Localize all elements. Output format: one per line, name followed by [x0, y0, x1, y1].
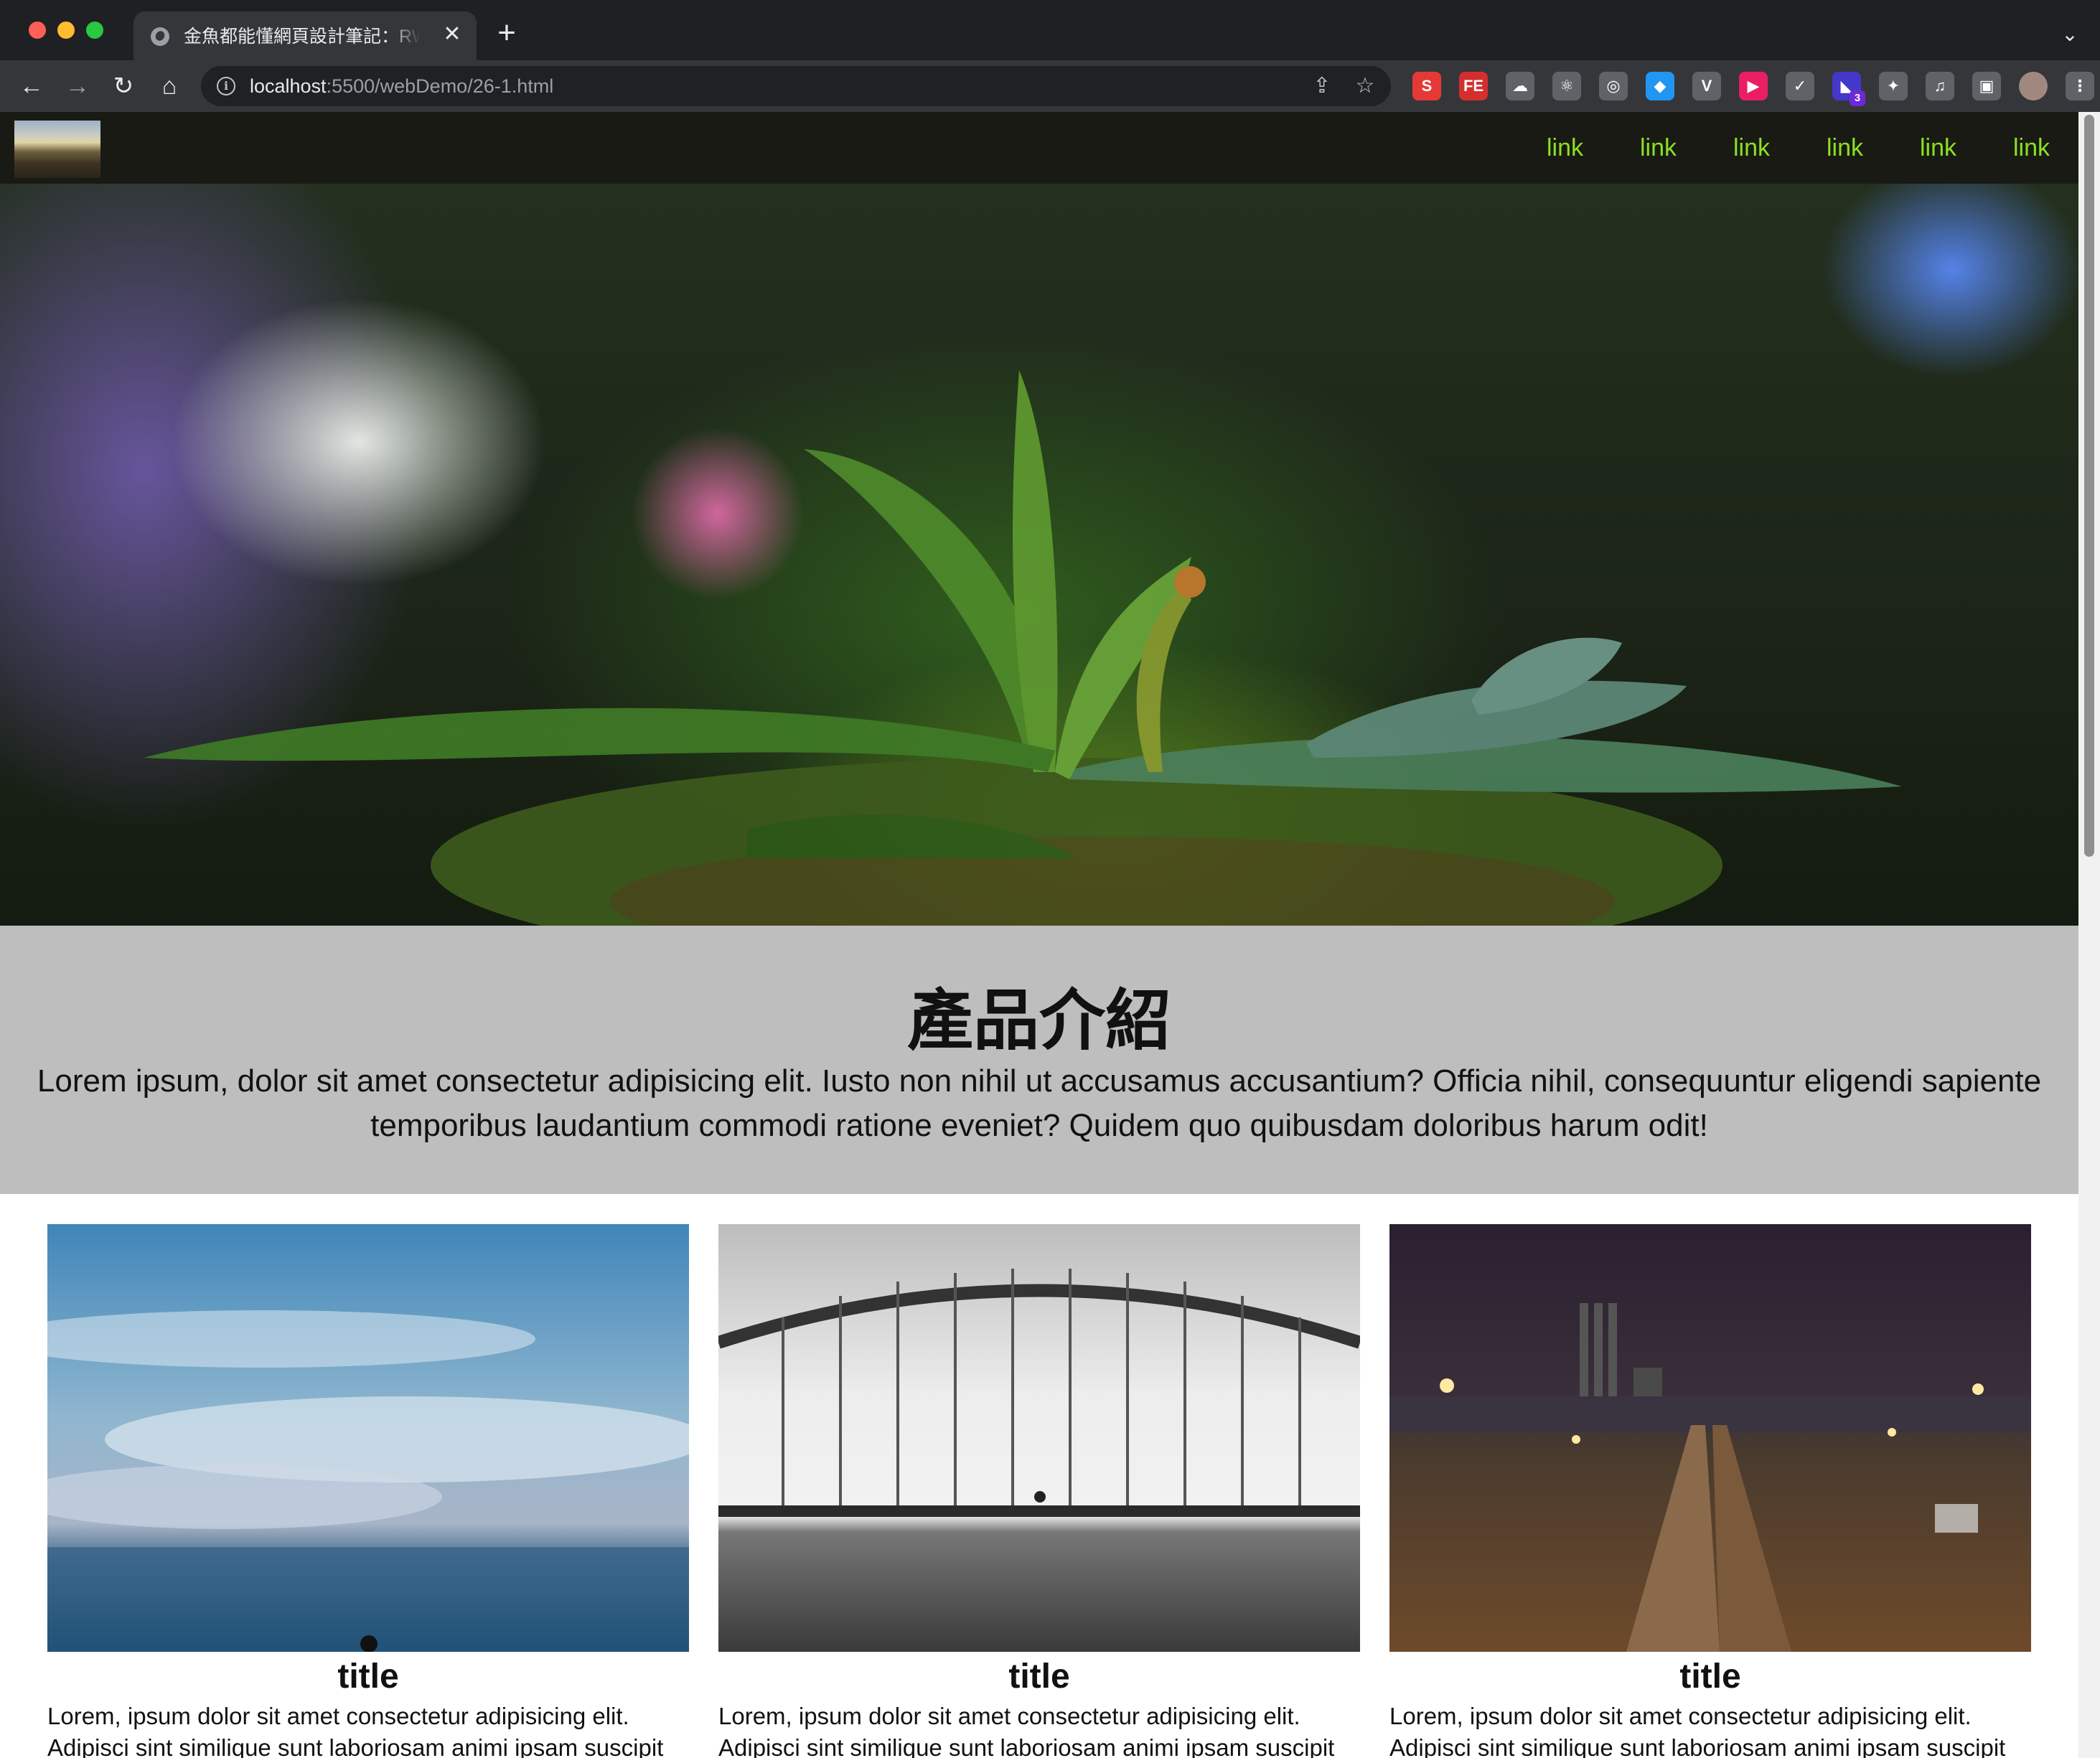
intro-paragraph: Lorem ipsum, dolor sit amet consectetur …: [37, 1063, 2042, 1143]
railway-night-image: [1389, 1224, 2031, 1652]
reload-icon[interactable]: ↻: [108, 70, 139, 102]
side-panel-icon[interactable]: ▣: [1972, 72, 2001, 100]
share-icon[interactable]: ⇪: [1308, 72, 1336, 100]
gem-extension-icon[interactable]: ◆: [1646, 72, 1674, 100]
card-title: title: [337, 1658, 399, 1696]
maximize-window-button[interactable]: [86, 22, 103, 39]
nav-link-4[interactable]: link: [1770, 112, 1863, 184]
play-extension-icon[interactable]: ▶: [1739, 72, 1768, 100]
home-icon[interactable]: ⌂: [154, 70, 185, 102]
nav-link-1[interactable]: link: [1490, 112, 1583, 184]
card-text: Lorem, ipsum dolor sit amet consectetur …: [1389, 1703, 2006, 1758]
scrollbar-thumb[interactable]: [2084, 115, 2094, 857]
minimize-window-button[interactable]: [57, 22, 75, 39]
cloud-extension-icon[interactable]: ☁: [1506, 72, 1534, 100]
card-title: title: [1008, 1658, 1070, 1696]
product-cards: title Lorem, ipsum dolor sit amet consec…: [47, 1224, 2031, 1758]
browser-tab-strip: 金魚都能懂網頁設計筆記：RWD版面 ✕ + ⌄: [0, 0, 2100, 60]
site-logo[interactable]: [14, 121, 100, 178]
site-navbar: link link link link link link: [0, 112, 2078, 184]
close-tab-icon[interactable]: ✕: [439, 22, 465, 47]
card-title: title: [1679, 1658, 1741, 1696]
site-info-icon[interactable]: i: [217, 77, 235, 95]
nav-links: link link link link link link: [1490, 112, 2050, 184]
nav-link-2[interactable]: link: [1583, 112, 1677, 184]
address-bar[interactable]: i localhost:5500/webDemo/26-1.html ⇪ ☆: [201, 66, 1391, 106]
s-extension-icon[interactable]: S: [1412, 72, 1441, 100]
bridge-image: [718, 1224, 1360, 1652]
back-arrow-icon[interactable]: ←: [16, 70, 47, 102]
card-text: Lorem, ipsum dolor sit amet consectetur …: [718, 1703, 1335, 1758]
forward-arrow-icon[interactable]: →: [62, 70, 93, 102]
fe-extension-icon[interactable]: FE: [1459, 72, 1488, 100]
nav-link-3[interactable]: link: [1677, 112, 1770, 184]
new-tab-button[interactable]: +: [492, 17, 521, 49]
page-viewport: link link link link link link 產品介紹 Lorem…: [0, 112, 2078, 1758]
browser-toolbar: ← → ↻ ⌂ i localhost:5500/webDemo/26-1.ht…: [0, 60, 2100, 112]
chrome-menu-icon[interactable]: ⋮: [2066, 72, 2094, 100]
check-extension-icon[interactable]: ✓: [1786, 72, 1814, 100]
product-card: title Lorem, ipsum dolor sit amet consec…: [47, 1224, 689, 1758]
profile-avatar-icon[interactable]: [2019, 72, 2048, 100]
layers-extension-icon[interactable]: ◣ 3: [1832, 72, 1865, 106]
media-control-icon[interactable]: ♫: [1926, 72, 1954, 100]
card-text: Lorem, ipsum dolor sit amet consectetur …: [47, 1703, 664, 1758]
vertical-scrollbar[interactable]: [2078, 112, 2100, 1758]
nav-link-6[interactable]: link: [1956, 112, 2050, 184]
bookmark-star-icon[interactable]: ☆: [1351, 72, 1379, 100]
url-text[interactable]: localhost:5500/webDemo/26-1.html: [250, 66, 553, 106]
product-card: title Lorem, ipsum dolor sit amet consec…: [718, 1224, 1360, 1758]
react-devtools-icon[interactable]: ⚛: [1552, 72, 1581, 100]
target-extension-icon[interactable]: ◎: [1599, 72, 1628, 100]
plant-illustration: [144, 370, 1902, 926]
tab-search-icon[interactable]: ⌄: [2057, 22, 2083, 47]
vue-devtools-icon[interactable]: V: [1692, 72, 1721, 100]
extension-badge: 3: [1850, 90, 1865, 106]
product-card: title Lorem, ipsum dolor sit amet consec…: [1389, 1224, 2031, 1758]
tab-title: 金魚都能懂網頁設計筆記：RWD版面: [184, 27, 421, 47]
close-window-button[interactable]: [29, 22, 46, 39]
ocean-sky-image: [47, 1224, 689, 1652]
hero-banner-image: [0, 184, 2078, 926]
browser-tab-active[interactable]: 金魚都能懂網頁設計筆記：RWD版面 ✕: [133, 11, 477, 60]
globe-icon: [151, 27, 169, 46]
intro-title: 產品介紹: [906, 982, 1171, 1059]
nav-link-5[interactable]: link: [1863, 112, 1956, 184]
extensions-puzzle-icon[interactable]: ✦: [1879, 72, 1908, 100]
product-intro-section: 產品介紹 Lorem ipsum, dolor sit amet consect…: [0, 926, 2078, 1194]
